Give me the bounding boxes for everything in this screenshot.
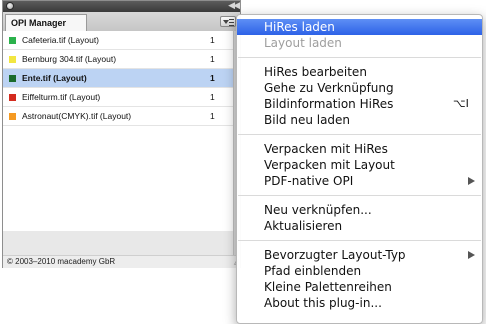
menu-separator	[238, 240, 481, 241]
file-row[interactable]: Astronaut(CMYK).tif (Layout) 1	[3, 107, 233, 126]
menu-item-label: Neu verknüpfen...	[264, 203, 372, 217]
menu-item[interactable]: Bevorzugter Layout-Typ	[237, 247, 482, 263]
status-color-swatch	[9, 113, 16, 120]
usage-count: 1	[210, 111, 215, 121]
menu-item[interactable]: Pfad einblenden	[237, 263, 482, 279]
menu-item-label: Bild neu laden	[264, 113, 351, 127]
close-icon[interactable]	[6, 2, 14, 10]
menu-item-shortcut: ⌥I	[453, 97, 469, 110]
menu-item[interactable]: Bild neu laden	[237, 112, 482, 128]
usage-count: 1	[210, 54, 215, 64]
menu-item-label: About this plug-in...	[264, 296, 382, 310]
file-name: Astronaut(CMYK).tif (Layout)	[22, 111, 132, 121]
usage-count: 1	[210, 35, 215, 45]
menu-item[interactable]: Neu verknüpfen...	[237, 202, 482, 218]
file-row[interactable]: Eiffelturm.tif (Layout) 1	[3, 88, 233, 107]
collapse-icon[interactable]: ◀◀	[228, 0, 240, 11]
file-row[interactable]: Ente.tif (Layout) 1	[3, 69, 233, 88]
menu-item[interactable]: PDF-native OPI	[237, 173, 482, 189]
menu-item: Layout laden	[237, 35, 482, 51]
menu-item[interactable]: Bildinformation HiRes ⌥I	[237, 96, 482, 112]
menu-item-label: Layout laden	[264, 36, 342, 50]
menu-item-label: Kleine Palettenreihen	[264, 280, 392, 294]
opi-manager-palette: ◀◀ OPI Manager Cafeteria.tif (Layout) 1 Be…	[2, 0, 241, 268]
menu-item[interactable]: Kleine Palettenreihen	[237, 279, 482, 295]
menu-item[interactable]: Verpacken mit HiRes	[237, 141, 482, 157]
menu-separator	[238, 57, 481, 58]
file-row[interactable]: Bernburg 304.tif (Layout) 1	[3, 50, 233, 69]
context-menu: HiRes laden Layout laden HiRes bearbeiten G…	[236, 14, 483, 324]
menu-item[interactable]: HiRes laden	[237, 19, 482, 35]
menu-item-label: HiRes bearbeiten	[264, 65, 367, 79]
submenu-arrow-icon	[468, 251, 475, 259]
menu-item[interactable]: Verpacken mit Layout	[237, 157, 482, 173]
screen: ◀◀ OPI Manager Cafeteria.tif (Layout) 1 Be…	[0, 0, 486, 324]
menu-separator	[238, 195, 481, 196]
menu-item-label: Verpacken mit Layout	[264, 158, 395, 172]
menu-item-label: Verpacken mit HiRes	[264, 142, 388, 156]
file-row[interactable]: Cafeteria.tif (Layout) 1	[3, 31, 233, 50]
status-color-swatch	[9, 75, 16, 82]
menu-item-label: Bildinformation HiRes	[264, 97, 394, 111]
menu-item-label: Aktualisieren	[264, 219, 343, 233]
menu-item[interactable]: Aktualisieren	[237, 218, 482, 234]
menu-item-label: Pfad einblenden	[264, 264, 362, 278]
menu-item-label: Bevorzugter Layout-Typ	[264, 248, 406, 262]
status-color-swatch	[9, 37, 16, 44]
palette-titlebar[interactable]: ◀◀	[3, 0, 240, 12]
palette-footer: © 2003–2010 macademy GbR ⁄⁄	[3, 255, 240, 268]
file-name: Eiffelturm.tif (Layout)	[22, 92, 101, 102]
usage-count: 1	[210, 73, 215, 83]
menu-separator	[238, 134, 481, 135]
file-name: Cafeteria.tif (Layout)	[22, 35, 100, 45]
submenu-arrow-icon	[468, 177, 475, 185]
menu-item[interactable]: Gehe zu Verknüpfung	[237, 80, 482, 96]
copyright-text: © 2003–2010 macademy GbR	[7, 257, 116, 266]
status-color-swatch	[9, 56, 16, 63]
status-color-swatch	[9, 94, 16, 101]
palette-tab-bar: OPI Manager	[3, 12, 240, 33]
menu-item[interactable]: About this plug-in...	[237, 295, 482, 311]
menu-item[interactable]: HiRes bearbeiten	[237, 64, 482, 80]
palette-menu-button[interactable]	[220, 16, 236, 27]
menu-item-label: PDF-native OPI	[264, 174, 354, 188]
file-name: Bernburg 304.tif (Layout)	[22, 54, 117, 64]
menu-item-label: Gehe zu Verknüpfung	[264, 81, 394, 95]
file-name: Ente.tif (Layout)	[22, 73, 87, 83]
menu-lines-icon	[229, 19, 234, 26]
menu-item-label: HiRes laden	[264, 20, 335, 34]
file-list: Cafeteria.tif (Layout) 1 Bernburg 304.tif …	[3, 31, 233, 231]
usage-count: 1	[210, 92, 215, 102]
